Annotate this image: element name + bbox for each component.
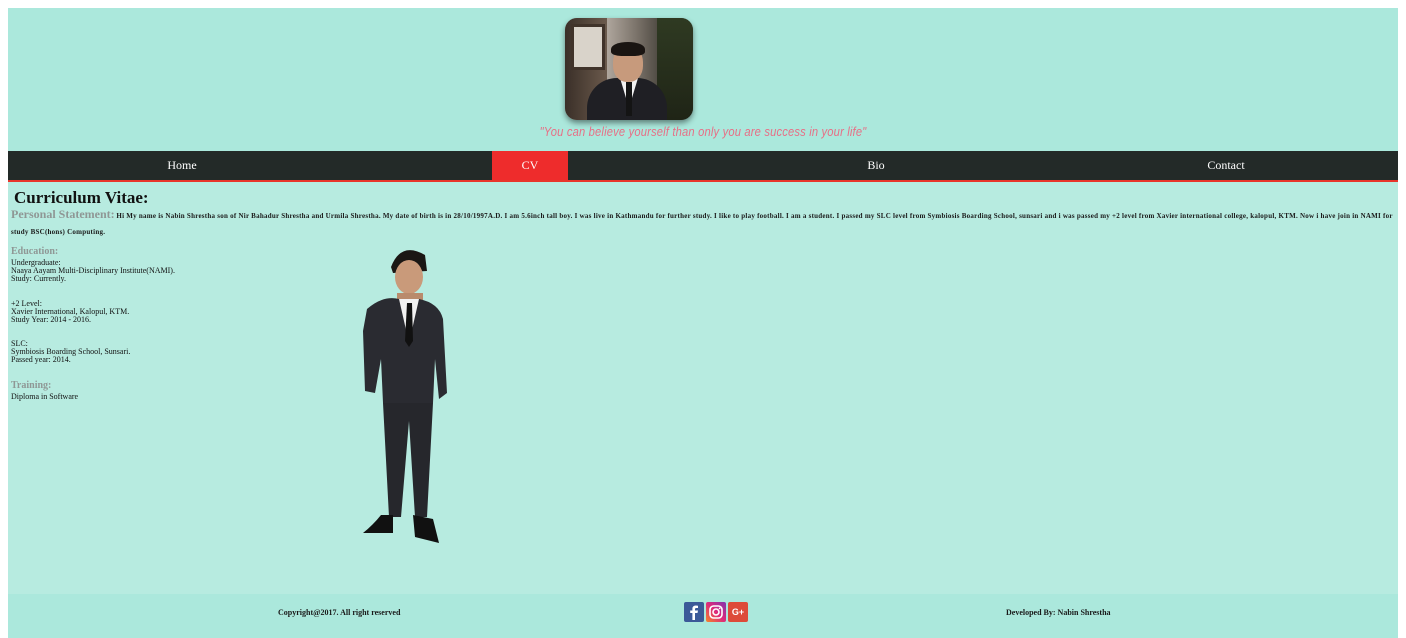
person-illustration	[363, 250, 447, 543]
site-footer: Copyright@2017. All right reserved G+ De…	[8, 594, 1398, 638]
undergraduate-study: Study: Currently.	[11, 274, 67, 283]
education-plus-two: +2 Level: Xavier International, Kalopul,…	[11, 300, 129, 324]
statement-label: Personal Statement:	[11, 207, 115, 221]
facebook-icon[interactable]	[684, 602, 704, 622]
main-nav: Home CV Bio Contact	[8, 151, 1398, 182]
nav-home[interactable]: Home	[8, 151, 356, 180]
motto-text: "You can believe yourself than only you …	[539, 124, 867, 139]
google-plus-icon[interactable]: G+	[728, 602, 748, 622]
statement-text: Hi My name is Nabin Shrestha son of Nir …	[11, 212, 1393, 236]
page-frame: "You can believe yourself than only you …	[8, 8, 1398, 638]
education-label: Education:	[11, 246, 59, 257]
training-list: Diploma in Software	[11, 393, 78, 401]
copyright-text: Copyright@2017. All right reserved	[278, 608, 401, 617]
developer-credit: Developed By: Nabin Shrestha	[1006, 608, 1111, 617]
page-title: Curriculum Vitae:	[14, 188, 149, 207]
nav-bio[interactable]: Bio	[568, 151, 1184, 180]
education-undergraduate: Undergraduate: Naaya Aayam Multi-Discipl…	[11, 259, 175, 283]
cv-content: Curriculum Vitae: Personal Statement: Hi…	[8, 182, 1398, 594]
nav-contact[interactable]: Contact	[1098, 151, 1354, 180]
training-item: Diploma in Software	[11, 392, 79, 401]
profile-photo	[565, 18, 693, 120]
nav-cv[interactable]: CV	[492, 151, 568, 180]
instagram-icon[interactable]	[706, 602, 726, 622]
personal-statement: Personal Statement: Hi My name is Nabin …	[11, 206, 1396, 240]
site-header: "You can believe yourself than only you …	[8, 8, 1398, 151]
training-label: Training:	[11, 380, 52, 391]
education-slc: SLC: Symbiosis Boarding School, Sunsari.…	[11, 340, 130, 364]
plus-two-years: Study Year: 2014 - 2016.	[11, 315, 92, 324]
slc-year: Passed year: 2014.	[11, 355, 71, 364]
